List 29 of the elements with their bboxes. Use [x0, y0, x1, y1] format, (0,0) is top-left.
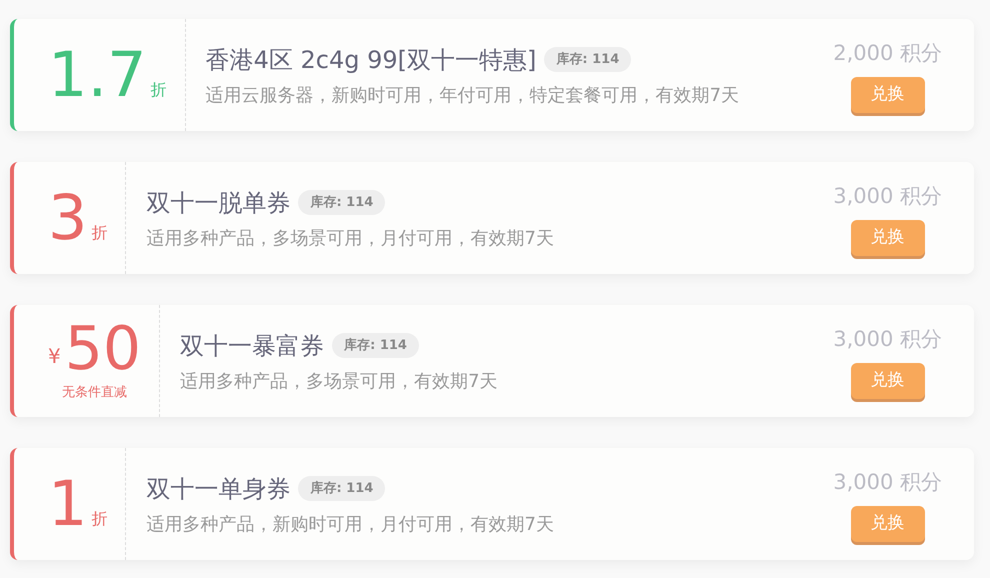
stock-label: 库存: 114 — [298, 190, 386, 216]
points-price: 3,000 积分 — [833, 182, 942, 210]
discount-value: 1 — [48, 473, 88, 535]
stock-label: 库存: 114 — [332, 332, 419, 358]
coupon-description: 适用云服务器，新购时可用，年付可用，特定套餐可用，有效期7天 — [206, 84, 740, 108]
exchange-button[interactable]: 兑换 — [850, 220, 925, 256]
exchange-button[interactable]: 兑换 — [850, 363, 925, 398]
points-price: 3,000 积分 — [833, 326, 942, 352]
coupon-title: 双十一暴富券 — [180, 330, 324, 362]
coupon-title: 香港4区 2c4g 99[双十一特惠] — [206, 44, 536, 76]
coupon-title: 双十一脱单券 — [146, 188, 290, 218]
coupon-title: 双十一单身券 — [146, 474, 290, 504]
cash-value: 50 — [64, 319, 142, 380]
discount-value: 3 — [48, 187, 88, 249]
currency-symbol: ¥ — [48, 343, 61, 370]
stock-label: 库存: 114 — [544, 46, 632, 72]
stock-label: 库存: 114 — [298, 476, 386, 502]
exchange-button[interactable]: 兑换 — [850, 77, 925, 112]
discount-unit: 折 — [150, 79, 167, 101]
points-price: 3,000 积分 — [833, 468, 942, 496]
discount-unit: 折 — [91, 222, 108, 244]
cash-note: 无条件直减 — [62, 384, 128, 402]
points-price: 2,000 积分 — [833, 40, 942, 66]
exchange-button[interactable]: 兑换 — [850, 506, 925, 542]
discount-unit: 折 — [91, 508, 108, 530]
coupon-description: 适用多种产品，新购时可用，月付可用，有效期7天 — [146, 512, 555, 536]
coupon-description: 适用多种产品，多场景可用，有效期7天 — [180, 370, 499, 394]
coupon-description: 适用多种产品，多场景可用，月付可用，有效期7天 — [146, 226, 555, 250]
discount-value: 1.7 — [48, 44, 147, 106]
